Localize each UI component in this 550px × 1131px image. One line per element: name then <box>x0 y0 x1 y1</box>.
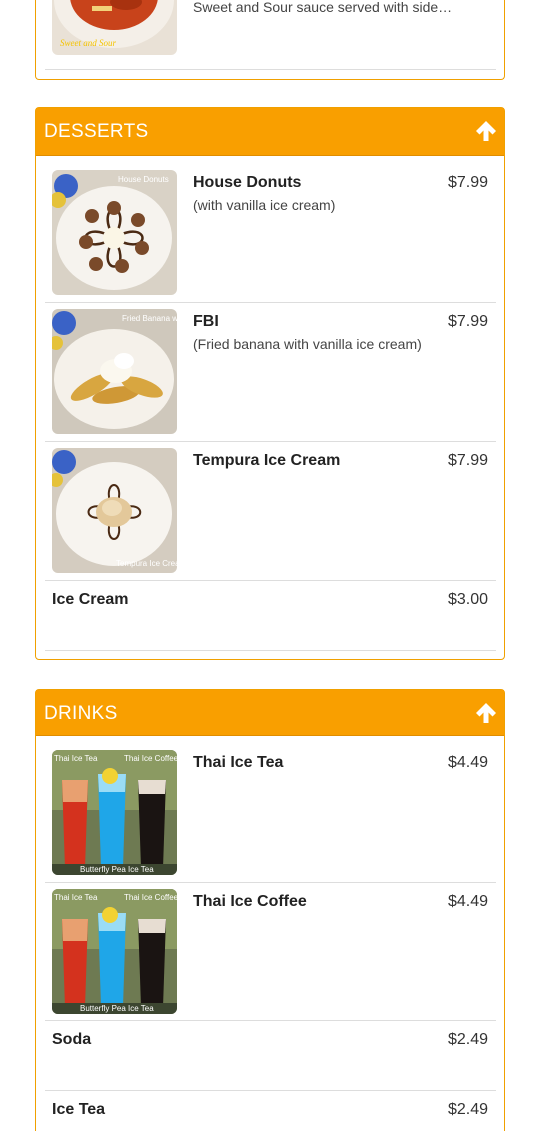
item-price: $7.99 <box>447 174 488 191</box>
previous-section-panel: Sweet and Sour Sweet and Sour sauce serv… <box>35 0 505 80</box>
item-image: Thai Ice Tea Thai Ice Coffee Butterfly P… <box>52 889 177 1014</box>
item-image: Tempura Ice Cream <box>52 448 177 573</box>
menu-item[interactable]: Sweet and Sour Sweet and Sour sauce serv… <box>45 0 496 70</box>
menu-item[interactable]: Ice Tea $2.49 <box>45 1091 496 1131</box>
item-description: (Fried banana with vanilla ice cream) <box>193 336 422 352</box>
menu-item[interactable]: Ice Cream $3.00 <box>45 581 496 651</box>
menu-item[interactable]: House Donuts House Donuts (with vanilla … <box>45 164 496 303</box>
item-image: Sweet and Sour <box>52 0 177 55</box>
item-name: Soda <box>52 1031 92 1048</box>
item-name: Thai Ice Coffee <box>193 893 307 910</box>
section-title: DESSERTS <box>44 121 149 142</box>
item-name: House Donuts <box>193 174 302 191</box>
image-caption: Sweet and Sour <box>60 38 116 48</box>
menu-item[interactable]: Thai Ice Tea Thai Ice Coffee Butterfly P… <box>45 883 496 1021</box>
image-caption-right: Thai Ice Coffee <box>124 893 177 902</box>
image-caption-right: Thai Ice Coffee <box>124 754 177 763</box>
item-price: $7.99 <box>447 313 488 330</box>
item-name: Ice Cream <box>52 591 129 608</box>
desserts-section: DESSERTS House Donuts House Donuts (with… <box>35 107 505 660</box>
arrow-up-icon[interactable] <box>475 702 497 724</box>
item-name: Ice Tea <box>52 1101 106 1118</box>
item-price: $2.49 <box>447 1101 488 1118</box>
menu-item[interactable]: Soda $2.49 <box>45 1021 496 1091</box>
arrow-up-icon[interactable] <box>475 120 497 142</box>
image-caption: House Donuts <box>118 175 169 184</box>
image-caption: Fried Banana w/ Ice Cream <box>122 314 177 323</box>
item-description: (with vanilla ice cream) <box>193 197 336 213</box>
item-price: $4.49 <box>447 754 488 771</box>
item-image: Thai Ice Tea Thai Ice Coffee Butterfly P… <box>52 750 177 875</box>
item-price: $2.49 <box>447 1031 488 1048</box>
image-caption-left: Thai Ice Tea <box>54 893 98 902</box>
image-caption-bottom: Butterfly Pea Ice Tea <box>80 1004 154 1013</box>
item-name: Thai Ice Tea <box>193 754 284 771</box>
menu-item[interactable]: Thai Ice Tea Thai Ice Coffee Butterfly P… <box>45 744 496 883</box>
drinks-section: DRINKS Thai Ice Tea Thai Ice Coffee Butt… <box>35 689 505 1131</box>
menu-item[interactable]: Fried Banana w/ Ice Cream FBI (Fried ban… <box>45 303 496 442</box>
image-caption: Tempura Ice Cream <box>116 559 177 568</box>
section-header[interactable]: DRINKS <box>36 690 504 736</box>
item-name: Tempura Ice Cream <box>193 452 341 469</box>
image-caption-left: Thai Ice Tea <box>54 754 98 763</box>
menu-item[interactable]: Tempura Ice Cream Tempura Ice Cream $7.9… <box>45 442 496 581</box>
item-price: $4.49 <box>447 893 488 910</box>
item-image: Fried Banana w/ Ice Cream <box>52 309 177 434</box>
item-image: House Donuts <box>52 170 177 295</box>
item-price: $7.99 <box>447 452 488 469</box>
section-title: DRINKS <box>44 703 118 724</box>
section-header[interactable]: DESSERTS <box>36 108 504 156</box>
item-price: $3.00 <box>447 591 488 608</box>
item-description: Sweet and Sour sauce served with side… <box>193 0 453 15</box>
item-name: FBI <box>193 313 219 330</box>
image-caption-bottom: Butterfly Pea Ice Tea <box>80 865 154 874</box>
